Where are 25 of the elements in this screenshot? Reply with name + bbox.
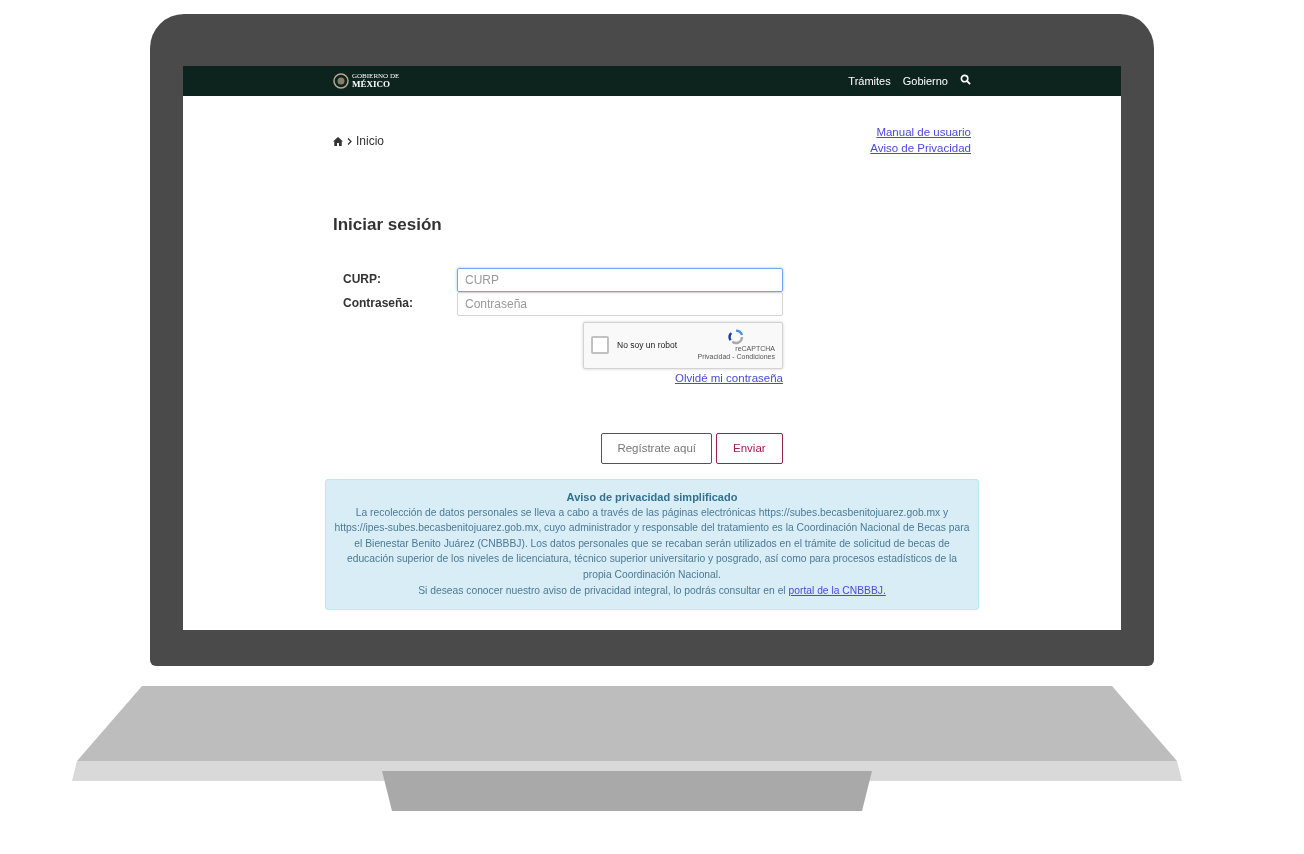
link[interactable]: Manual de usuario — [876, 124, 971, 140]
form-button[interactable]: Enviar — [716, 432, 783, 464]
field-label: Contraseña: — [343, 294, 414, 312]
form-button[interactable]: Regístrate aquí — [601, 432, 712, 464]
captcha-label: No soy un robot — [617, 338, 677, 352]
captcha-checkbox[interactable] — [591, 336, 609, 354]
emblem-icon — [333, 73, 349, 89]
recaptcha-logo-icon — [728, 329, 745, 345]
input-field[interactable]: Contraseña — [457, 291, 783, 316]
input-field[interactable]: CURP — [457, 267, 783, 292]
nav-link[interactable]: Trámites — [848, 72, 891, 90]
privacy-text: La recolección de datos personales se lleva a cabo a través de las páginas electrónicas https://subes.becasbenitojuarez.gob.mx y https://ipes-subes.becasbenitojuarez.gob.mx, cuyo administrador y responsable del tratamiento es la Coordinación Nacional de Becas para el Bienestar Benito Juárez (CNBBBJ). Los datos personales que se recaban serán utilizados en el trámite de solicitud de becas de educación superior de los niveles de licenciatura, técnico superior universitario y posgrado, así como para procesos estadísticos de la propia Coordinación Nacional. — [334, 505, 970, 582]
search-icon[interactable] — [960, 73, 971, 85]
logo-text: MÉXICO — [352, 80, 391, 89]
chevron-right-icon — [347, 137, 352, 145]
portal-link[interactable]: portal de la CNBBBJ. — [788, 585, 886, 597]
link[interactable]: Aviso de Privacidad — [870, 140, 971, 156]
home-icon[interactable] — [333, 136, 343, 146]
privacy-title: Aviso de privacidad simplificado — [566, 489, 738, 505]
privacy-footer-text: Si deseas conocer nuestro aviso de privacidad integral, lo podrás consultar en el portal de la CNBBBJ. — [418, 584, 886, 599]
forgot-password-link[interactable]: Olvidé mi contraseña — [674, 369, 783, 387]
nav-link[interactable]: Gobierno — [902, 72, 948, 90]
page-title: Iniciar sesión — [333, 214, 443, 236]
breadcrumb-text: Inicio — [356, 133, 384, 150]
field-label: CURP: — [343, 270, 382, 288]
